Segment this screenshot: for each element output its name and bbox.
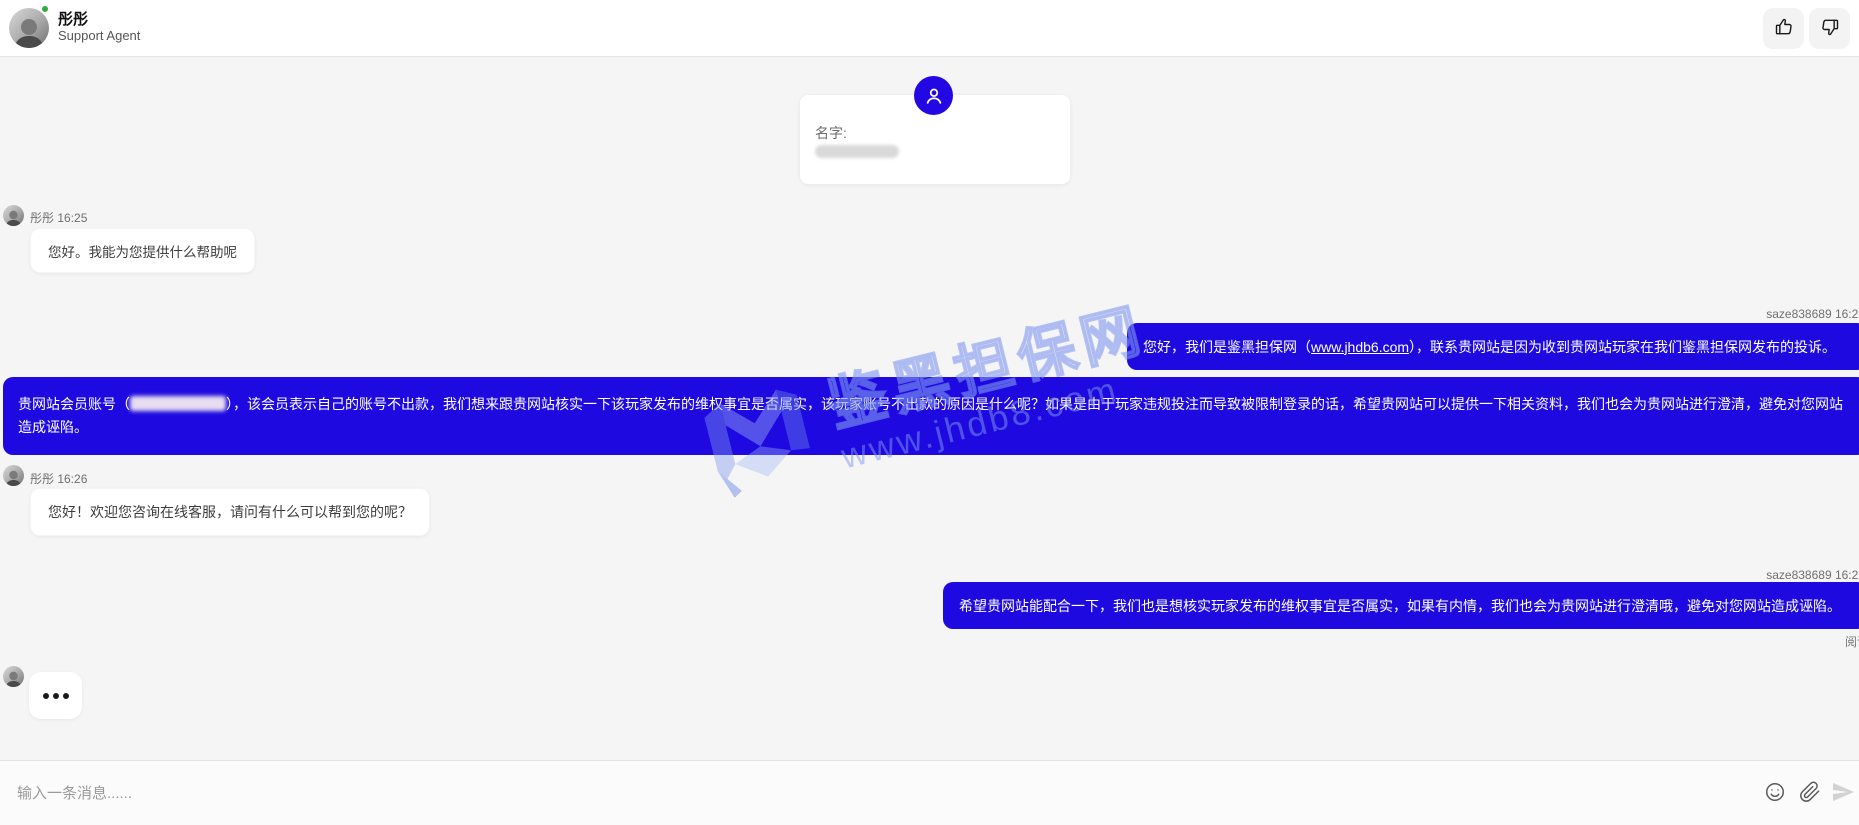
message-meta: 彤彤 16:26 <box>30 470 87 487</box>
message-text: 您好。我能为您提供什么帮助呢 <box>48 241 237 261</box>
prechat-user-icon <box>914 76 953 115</box>
message-text: 贵网站会员账号（ <box>18 396 130 412</box>
redacted-visitor-name <box>815 145 899 158</box>
send-button[interactable] <box>1830 780 1856 806</box>
send-icon <box>1831 780 1855 807</box>
agent-message-avatar <box>3 666 24 687</box>
thumbs-down-button[interactable] <box>1809 8 1850 49</box>
visitor-message-bubble: 希望贵网站能配合一下，我们也是想核实玩家发布的维权事宜是否属实，如果有内情，我们… <box>943 582 1859 629</box>
visitor-message-bubble: 贵网站会员账号（），该会员表示自己的账号不出款，我们想来跟贵网站核实一下该玩家发… <box>3 377 1859 455</box>
agent-message-bubble: 您好！欢迎您咨询在线客服，请问有什么可以帮到您的呢？ <box>30 488 430 536</box>
message-text: ），该会员表示自己的账号不出款，我们想来跟贵网站核实一下该玩家发布的维权事宜是否… <box>18 396 1843 435</box>
paperclip-icon <box>1799 781 1821 806</box>
emoji-button[interactable] <box>1762 780 1788 806</box>
message-list[interactable]: 名字: 彤彤 16:25 您好。我能为您提供什么帮助呢 saze838689 1… <box>0 57 1859 760</box>
message-meta: 彤彤 16:25 <box>30 209 87 226</box>
message-text: 您好！欢迎您咨询在线客服，请问有什么可以帮到您的呢？ <box>48 502 412 522</box>
agent-avatar <box>9 8 49 48</box>
agent-subtitle: Support Agent <box>58 28 140 43</box>
agent-message-bubble: 您好。我能为您提供什么帮助呢 <box>30 228 255 273</box>
attachment-button[interactable] <box>1797 780 1823 806</box>
message-text: 您好，我们是鉴黑担保网（ <box>1143 339 1311 355</box>
visitor-message-bubble: 您好，我们是鉴黑担保网（www.jhdb6.com），联系贵网站是因为收到贵网站… <box>1127 323 1859 370</box>
agent-message-avatar <box>3 465 24 486</box>
redacted-account-number <box>130 396 226 411</box>
message-text: ），联系贵网站是因为收到贵网站玩家在我们鉴黑担保网发布的投诉。 <box>1409 339 1836 355</box>
composer-bar <box>0 760 1859 825</box>
chat-widget-window: 彤彤 Support Agent <box>0 0 1859 825</box>
thumbs-up-icon <box>1774 17 1794 40</box>
message-link[interactable]: www.jhdb6.com <box>1311 339 1409 355</box>
message-input[interactable] <box>17 775 1597 811</box>
emoji-icon <box>1764 781 1786 806</box>
typing-indicator <box>29 672 82 719</box>
message-meta: saze838689 16:25 <box>1766 307 1859 321</box>
message-text: 希望贵网站能配合一下，我们也是想核实玩家发布的维权事宜是否属实，如果有内情，我们… <box>959 596 1841 616</box>
thumbs-down-icon <box>1820 17 1840 40</box>
thumbs-up-button[interactable] <box>1763 8 1804 49</box>
read-receipt: 阅读 <box>1845 633 1859 650</box>
agent-message-avatar <box>3 205 24 226</box>
message-meta: saze838689 16:26 <box>1766 568 1859 582</box>
prechat-name-label: 名字: <box>815 123 847 143</box>
chat-header: 彤彤 Support Agent <box>0 0 1859 57</box>
online-status-dot <box>40 4 50 14</box>
agent-name: 彤彤 <box>58 8 88 29</box>
